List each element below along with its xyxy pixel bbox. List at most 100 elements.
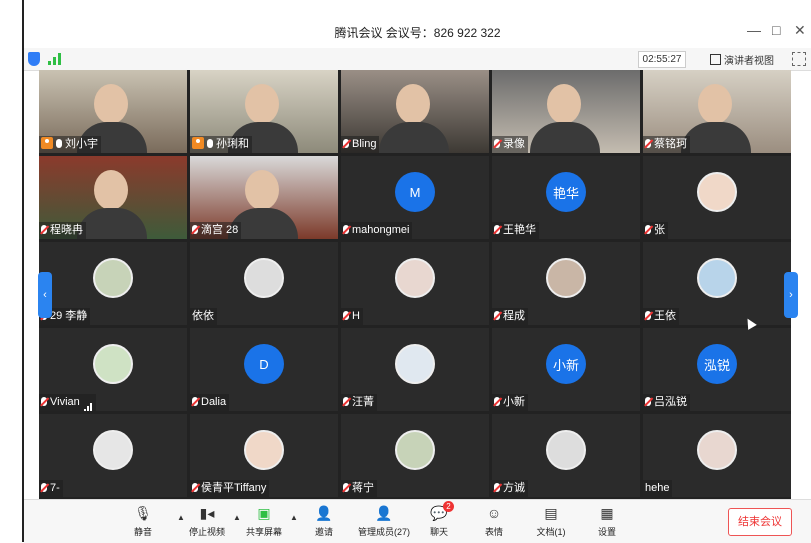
participant-tile[interactable]: 程成 [492, 242, 640, 325]
avatar [395, 430, 435, 470]
avatar: 艳华 [546, 172, 586, 212]
avatar [244, 258, 284, 298]
invite-button[interactable]: 👤 邀请 [294, 504, 354, 538]
participant-tile[interactable]: hehe [643, 414, 791, 497]
mute-button[interactable]: 🎙 静音 [113, 504, 173, 538]
minimize-button[interactable]: — [747, 22, 761, 38]
participant-tile[interactable]: 7- [39, 414, 187, 497]
mic-muted-icon [192, 397, 198, 406]
participant-name-label: 蒋宁 [341, 480, 377, 497]
participant-tile[interactable]: 张 [643, 156, 791, 239]
end-meeting-button[interactable]: 结束会议 [728, 508, 792, 536]
participant-tile[interactable]: Vivian [39, 328, 187, 411]
participant-name: 吕泓锐 [654, 396, 687, 408]
microphone-icon [207, 139, 213, 148]
person-silhouette [94, 170, 128, 210]
avatar [546, 430, 586, 470]
participant-name: 程成 [503, 310, 525, 322]
mic-muted-icon [343, 225, 349, 234]
share-screen-icon: ▣ [257, 505, 271, 521]
maximize-button[interactable]: □ [772, 22, 780, 38]
layout-icon [710, 54, 721, 65]
manage-members-label: 管理成员(27) [357, 527, 410, 537]
participant-name: 刘小宇 [65, 138, 98, 150]
mic-muted-icon [192, 483, 198, 492]
participant-name: Bling [352, 138, 377, 150]
avatar [546, 258, 586, 298]
participant-name-label: Vivian [39, 394, 96, 411]
avatar: 泓锐 [697, 344, 737, 384]
participant-tile[interactable]: 程晓冉 [39, 156, 187, 239]
prev-page-button[interactable]: ‹ [38, 272, 52, 318]
participant-tile[interactable]: 艳华 王艳华 [492, 156, 640, 239]
video-grid: 刘小宇 孙琍和 Bling 录像 蔡铭珂 程晓冉 滴宫 28 Mmahongmei 艳华 王艳华张… [39, 70, 791, 499]
participant-tile[interactable]: 汪菁 [341, 328, 489, 411]
participant-tile[interactable]: 滴宫 28 [190, 156, 338, 239]
bottom-toolbar: 🎙 静音 ▲ ▮◂ 停止视频 ▲ ▣ 共享屏幕 ▲ 👤 邀请 👤 管理成员(27… [24, 499, 811, 543]
participant-name-label: 孙琍和 [190, 136, 252, 153]
participant-tile[interactable]: 刘小宇 [39, 70, 187, 153]
participant-name-label: hehe [643, 480, 673, 497]
participant-tile[interactable]: Bling [341, 70, 489, 153]
avatar [93, 258, 133, 298]
participant-tile[interactable]: 29 李静 [39, 242, 187, 325]
members-icon: 👤 [375, 505, 393, 521]
participant-name-label: mahongmei [341, 222, 413, 239]
manage-members-button[interactable]: 👤 管理成员(27) [354, 504, 414, 538]
settings-button[interactable]: ▦ 设置 [577, 504, 637, 538]
documents-button[interactable]: ▤ 文档(1) [521, 504, 581, 538]
participant-tile[interactable]: 蒋宁 [341, 414, 489, 497]
participant-tile[interactable]: H [341, 242, 489, 325]
participant-tile[interactable]: 蔡铭珂 [643, 70, 791, 153]
participant-tile[interactable]: 泓锐 吕泓锐 [643, 328, 791, 411]
participant-tile[interactable]: 侯青平Tiffany [190, 414, 338, 497]
mic-muted-icon [343, 139, 349, 148]
participant-name-label: 蔡铭珂 [643, 136, 690, 153]
participant-name: 蒋宁 [352, 482, 374, 494]
avatar [93, 430, 133, 470]
participant-tile[interactable]: 录像 [492, 70, 640, 153]
person-silhouette [698, 84, 732, 124]
fullscreen-icon[interactable] [792, 52, 806, 66]
person-body [530, 122, 600, 153]
participant-name-label: 依依 [190, 308, 217, 325]
avatar [697, 430, 737, 470]
person-body [77, 208, 147, 239]
participant-name: 依依 [192, 310, 214, 322]
network-signal-icon[interactable] [48, 53, 62, 65]
participant-name-label: 滴宫 28 [190, 222, 242, 239]
participant-name-label: 程晓冉 [39, 222, 86, 239]
close-button[interactable]: ✕ [794, 22, 806, 39]
meeting-info-bar: 02:55:27 演讲者视图 [24, 48, 811, 71]
speaker-view-button[interactable]: 演讲者视图 [710, 52, 774, 67]
participant-tile[interactable]: 依依 [190, 242, 338, 325]
next-page-button[interactable]: › [784, 272, 798, 318]
person-silhouette [547, 84, 581, 124]
reactions-button[interactable]: ☺ 表情 [464, 504, 524, 538]
settings-label: 设置 [597, 527, 616, 537]
mic-muted-icon [645, 225, 651, 234]
participant-name: 张 [654, 224, 665, 236]
participant-tile[interactable]: 方诚 [492, 414, 640, 497]
participant-tile[interactable]: 小新 小新 [492, 328, 640, 411]
participant-tile[interactable]: 王依 [643, 242, 791, 325]
host-icon [192, 137, 204, 149]
smiley-icon: ☺ [486, 505, 502, 521]
document-icon: ▤ [544, 505, 558, 521]
shield-icon[interactable] [28, 52, 40, 66]
avatar [395, 344, 435, 384]
participant-tile[interactable]: 孙琍和 [190, 70, 338, 153]
participant-name: hehe [645, 482, 670, 494]
avatar: M [395, 172, 435, 212]
stop-video-button[interactable]: ▮◂ 停止视频 [177, 504, 237, 538]
chat-button[interactable]: 💬 2 聊天 [409, 501, 469, 538]
meeting-timer: 02:55:27 [638, 51, 686, 68]
share-screen-button[interactable]: ▣ 共享屏幕 [234, 504, 294, 538]
avatar [244, 430, 284, 470]
participant-name: Dalia [201, 396, 227, 408]
participant-tile[interactable]: D Dalia [190, 328, 338, 411]
participant-tile[interactable]: Mmahongmei [341, 156, 489, 239]
mic-muted-icon [645, 139, 651, 148]
microphone-icon: 🎙 [134, 505, 152, 521]
participant-name: mahongmei [352, 224, 410, 236]
